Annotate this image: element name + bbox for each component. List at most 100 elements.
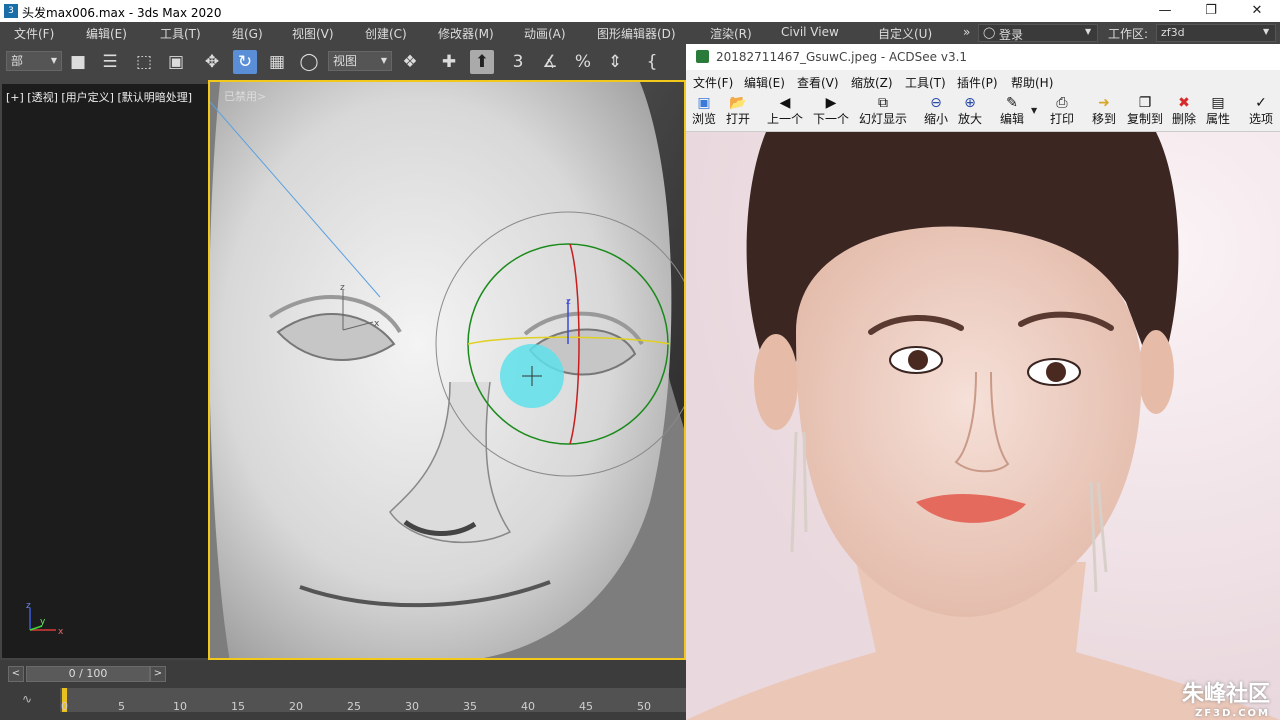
tick-label: 15 — [231, 700, 245, 713]
copy-to-button[interactable]: ❐ 复制到 — [1124, 94, 1166, 126]
window-title: 头发max006.max - 3ds Max 2020 — [22, 6, 222, 20]
scale-icon[interactable]: ▦ — [265, 50, 289, 74]
previous-button[interactable]: ◀ 上一个 — [764, 94, 806, 126]
properties-button[interactable]: ▤ 属性 — [1204, 94, 1232, 126]
spinner-snap-icon[interactable]: ⇕ — [603, 50, 627, 74]
menu-group[interactable]: 组(G) — [232, 25, 263, 42]
acdsee-toolbar: ▣ 浏览 📂 打开 ◀ 上一个 ▶ 下一个 ⧉ 幻灯显示 ⊖ 缩小 ⊕ 放大 ✎ 编辑 ▼ ⎙ 打… — [686, 92, 1280, 132]
rotate-icon[interactable]: ↻ — [233, 50, 257, 74]
left-viewport[interactable] — [2, 84, 208, 658]
keyboard-shortcut-override-icon[interactable]: ⬆ — [470, 50, 494, 74]
tick-label: 40 — [521, 700, 535, 713]
time-slider[interactable]: 0 / 100 — [26, 666, 150, 682]
reference-coordinate-value: 视图 — [333, 54, 358, 68]
menu-create[interactable]: 创建(C) — [365, 25, 407, 42]
pivot-z-label: z — [340, 283, 345, 293]
workspace-dropdown[interactable]: zf3d ▼ — [1156, 24, 1276, 42]
placement-icon[interactable]: ◯ — [297, 50, 321, 74]
right-iris — [1046, 362, 1066, 382]
selection-filter-value: 部 — [11, 54, 24, 68]
login-dropdown[interactable]: ◯ 登录 ▼ — [978, 24, 1098, 42]
options-icon: ✓ — [1255, 95, 1267, 111]
menu-edit[interactable]: 编辑(E) — [86, 25, 127, 42]
menu-civil-view[interactable]: Civil View — [781, 25, 839, 39]
browse-button[interactable]: ▣ 浏览 — [690, 94, 718, 126]
next-frame-icon[interactable]: > — [150, 666, 166, 682]
watermark-logo: 朱峰社区 ZF3D.COM — [1182, 676, 1270, 719]
axis-y-label: y — [40, 617, 46, 627]
delete-icon: ✖ — [1178, 95, 1190, 111]
reference-coordinate-dropdown[interactable]: 视图 ▼ — [328, 51, 392, 71]
acdsee-title: 20182711467_GsuwC.jpeg - ACDSee v3.1 — [716, 50, 968, 64]
app-icon: 3 — [4, 4, 18, 18]
window-crossing-icon[interactable]: ▣ — [164, 50, 188, 74]
restore-icon[interactable]: ❐ — [1188, 0, 1234, 22]
portrait-image — [686, 132, 1280, 720]
acd-menu-tools[interactable]: 工具(T) — [905, 74, 946, 91]
main-toolbar: 部 ▼ ■ ☰ ⬚ ▣ ✥ ↻ ▦ ◯ 视图 ▼ ❖ ✚ ⬆ 3 ∡ % ⇕ { — [0, 44, 686, 80]
zoom-in-icon: ⊕ — [964, 95, 976, 111]
acd-menu-help[interactable]: 帮助(H) — [1011, 74, 1053, 91]
pivot-center-icon[interactable]: ❖ — [398, 50, 422, 74]
menu-animation[interactable]: 动画(A) — [524, 25, 566, 42]
move-icon[interactable]: ✥ — [200, 50, 224, 74]
menu-modifiers[interactable]: 修改器(M) — [438, 25, 494, 42]
chevron-down-icon: ▼ — [50, 56, 57, 65]
next-icon: ▶ — [825, 95, 837, 111]
acd-menu-view[interactable]: 查看(V) — [797, 74, 839, 91]
menu-tools[interactable]: 工具(T) — [160, 25, 201, 42]
next-button[interactable]: ▶ 下一个 — [810, 94, 852, 126]
acd-menu-plugins[interactable]: 插件(P) — [957, 74, 998, 91]
select-object-icon[interactable]: ■ — [66, 50, 90, 74]
close-icon[interactable]: ✕ — [1234, 0, 1280, 22]
move-to-icon: ➜ — [1098, 95, 1110, 111]
tick-label: 20 — [289, 700, 303, 713]
named-selection-icon[interactable]: { — [640, 50, 664, 74]
menu-graph-editors[interactable]: 图形编辑器(D) — [597, 25, 676, 42]
percent-snap-icon[interactable]: % — [571, 50, 595, 74]
acd-menu-zoom[interactable]: 缩放(Z) — [851, 74, 893, 91]
printer-icon: ⎙ — [1056, 95, 1068, 111]
prev-frame-icon[interactable]: < — [8, 666, 24, 682]
move-to-button[interactable]: ➜ 移到 — [1090, 94, 1118, 126]
menu-customize[interactable]: 自定义(U) — [878, 25, 932, 42]
slideshow-button[interactable]: ⧉ 幻灯显示 — [856, 94, 910, 126]
menu-rendering[interactable]: 渲染(R) — [710, 25, 752, 42]
axis-tripod-icon: z x y — [26, 601, 64, 637]
snap-3d-icon[interactable]: 3 — [506, 50, 530, 74]
selection-filter-dropdown[interactable]: 部 ▼ — [6, 51, 62, 71]
open-button[interactable]: 📂 打开 — [724, 94, 752, 126]
angle-snap-icon[interactable]: ∡ — [538, 50, 562, 74]
select-by-name-icon[interactable]: ☰ — [98, 50, 122, 74]
curve-editor-icon[interactable]: ∿ — [22, 692, 32, 706]
menu-file[interactable]: 文件(F) — [14, 25, 54, 42]
edit-dropdown-icon[interactable]: ▼ — [1031, 106, 1037, 115]
acd-menu-edit[interactable]: 编辑(E) — [744, 74, 785, 91]
menu-views[interactable]: 视图(V) — [292, 25, 334, 42]
perspective-viewport[interactable]: z x z 已禁用> — [208, 80, 686, 660]
chevron-down-icon: ▼ — [380, 56, 387, 65]
acdsee-title-bar: 20182711467_GsuwC.jpeg - ACDSee v3.1 — [686, 44, 1280, 70]
rectangular-selection-icon[interactable]: ⬚ — [132, 50, 156, 74]
tick-label: 5 — [118, 700, 125, 713]
right-ear — [1138, 330, 1174, 414]
edit-icon: ✎ — [1006, 95, 1018, 111]
watermark-url: ZF3D.COM — [1195, 708, 1270, 719]
tick-label: 25 — [347, 700, 361, 713]
zoom-out-button[interactable]: ⊖ 缩小 — [922, 94, 950, 126]
left-ear — [754, 334, 798, 430]
minimize-icon[interactable]: — — [1142, 0, 1188, 22]
workspace-label: 工作区: — [1108, 27, 1149, 41]
edit-button[interactable]: ✎ 编辑 — [998, 94, 1026, 126]
user-icon: ◯ — [983, 26, 996, 39]
delete-button[interactable]: ✖ 删除 — [1170, 94, 1198, 126]
zoom-in-button[interactable]: ⊕ 放大 — [956, 94, 984, 126]
chevron-down-icon: ▼ — [1263, 27, 1270, 36]
print-button[interactable]: ⎙ 打印 — [1048, 94, 1076, 126]
window-title-bar: 3 头发max006.max - 3ds Max 2020 — ❐ ✕ — [0, 0, 1280, 22]
viewport-label[interactable]: [+] [透视] [用户定义] [默认明暗处理] — [6, 89, 192, 105]
acd-menu-file[interactable]: 文件(F) — [693, 74, 733, 91]
options-button[interactable]: ✓ 选项 — [1246, 94, 1276, 126]
select-manipulate-icon[interactable]: ✚ — [437, 50, 461, 74]
menu-overflow-icon[interactable]: » — [963, 25, 970, 39]
